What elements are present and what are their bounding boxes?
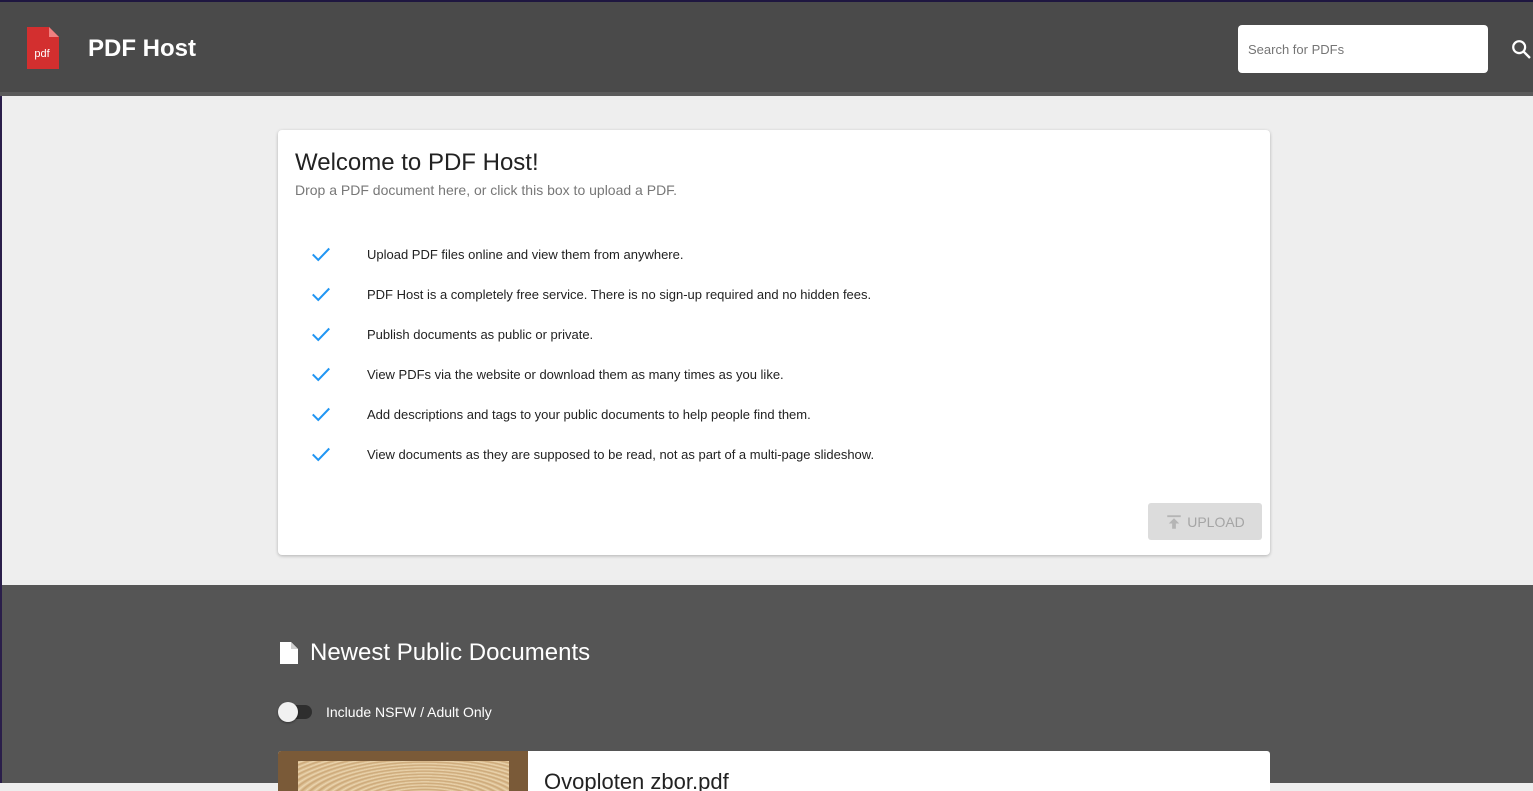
file-icon [280, 642, 298, 664]
feature-text: Publish documents as public or private. [367, 327, 594, 342]
nsfw-toggle[interactable] [278, 702, 312, 722]
upload-button[interactable]: UPLOAD [1148, 503, 1262, 540]
check-icon [312, 407, 330, 422]
check-icon [312, 287, 330, 302]
check-icon [312, 327, 330, 342]
feature-text: View documents as they are supposed to b… [367, 447, 875, 462]
feature-text: Upload PDF files online and view them fr… [367, 247, 684, 262]
check-icon [312, 247, 330, 262]
feature-text: View PDFs via the website or download th… [367, 367, 784, 382]
check-icon [312, 367, 330, 382]
check-icon [312, 447, 330, 462]
search-input[interactable] [1238, 25, 1488, 73]
nsfw-toggle-label[interactable]: Include NSFW / Adult Only [326, 704, 492, 720]
toggle-knob [278, 702, 298, 722]
upload-icon [1167, 514, 1181, 529]
document-thumbnail[interactable] [278, 751, 528, 791]
feature-text: Add descriptions and tags to your public… [367, 407, 811, 422]
upload-drop-zone[interactable]: Welcome to PDF Host! Drop a PDF document… [278, 130, 1270, 555]
newest-documents-heading: Newest Public Documents [278, 639, 590, 667]
welcome-title: Welcome to PDF Host! [295, 149, 539, 176]
thumbnail-image [298, 761, 509, 791]
search-icon[interactable] [1510, 38, 1532, 60]
document-card[interactable]: Ovoploten zbor.pdf [278, 751, 1270, 791]
app-title[interactable]: PDF Host [88, 35, 196, 63]
feature-text: PDF Host is a completely free service. T… [367, 287, 872, 302]
section-title-text: Newest Public Documents [310, 639, 591, 666]
pdf-logo-icon[interactable]: pdf [27, 27, 59, 69]
document-title[interactable]: Ovoploten zbor.pdf [544, 769, 729, 791]
upload-label: UPLOAD [1187, 513, 1245, 530]
top-app-bar: pdf PDF Host [0, 0, 1533, 96]
svg-text:pdf: pdf [34, 48, 50, 60]
welcome-subtitle: Drop a PDF document here, or click this … [295, 182, 678, 198]
